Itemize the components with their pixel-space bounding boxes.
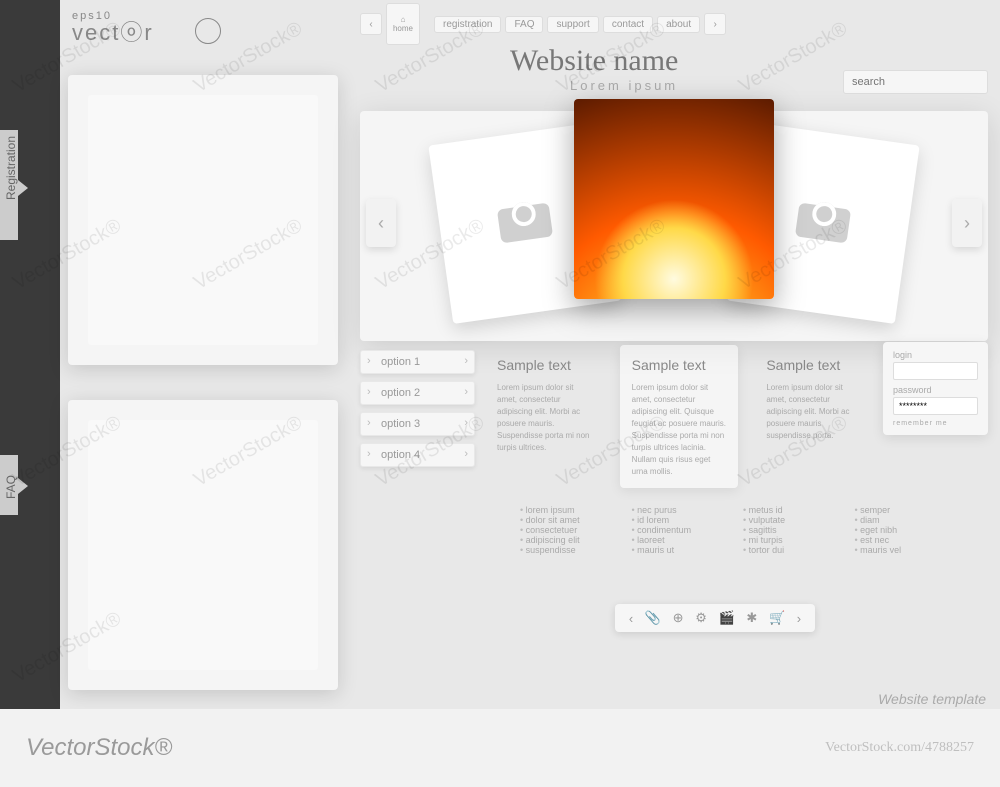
option-button[interactable]: option 4 xyxy=(360,443,475,467)
nav-item[interactable]: contact xyxy=(603,16,653,33)
tools-icon[interactable]: ✱ xyxy=(746,610,757,626)
target-icon[interactable]: ⊕ xyxy=(673,610,684,626)
home-label: home xyxy=(393,24,413,33)
crosshair-icon xyxy=(195,18,221,44)
hero-slider: ‹ › xyxy=(360,111,988,341)
card-body: Lorem ipsum dolor sit amet, consectetur … xyxy=(632,382,727,478)
side-tab-faq[interactable]: FAQ xyxy=(0,455,18,515)
list-item[interactable]: lorem ipsum xyxy=(520,505,604,515)
cart-icon[interactable]: 🛒 xyxy=(769,610,785,626)
list-item[interactable]: est nec xyxy=(855,535,939,545)
bottom-toolbar: ‹ 📎 ⊕ ⚙ 🎬 ✱ 🛒 › xyxy=(615,604,815,632)
list-item[interactable]: id lorem xyxy=(632,515,716,525)
login-input[interactable] xyxy=(893,362,978,380)
login-label: login xyxy=(893,350,978,360)
list-item[interactable]: vulputate xyxy=(743,515,827,525)
toolbar-prev-icon[interactable]: ‹ xyxy=(629,611,633,626)
eps-text: vectⓞr xyxy=(72,20,154,45)
footer-list: nec purus id lorem condimentum laoreet m… xyxy=(632,505,716,555)
template-label: Website template xyxy=(878,691,986,707)
list-item[interactable]: mauris vel xyxy=(855,545,939,555)
nav-item[interactable]: FAQ xyxy=(505,16,543,33)
eps-small: eps10 xyxy=(72,10,112,22)
gear-icon[interactable]: ⚙ xyxy=(695,610,707,626)
card-body: Lorem ipsum dolor sit amet, consectetur … xyxy=(766,382,861,442)
brand-footer: VectorStock® VectorStock.com/4788257 xyxy=(0,709,1000,787)
left-rail xyxy=(0,0,60,787)
list-item[interactable]: eget nibh xyxy=(855,525,939,535)
card-title: Sample text xyxy=(497,355,592,376)
list-item[interactable]: condimentum xyxy=(632,525,716,535)
slider-prev-button[interactable]: ‹ xyxy=(366,199,396,247)
card-title: Sample text xyxy=(766,355,861,376)
side-tab-label: FAQ xyxy=(4,481,18,499)
content-card: Sample text Lorem ipsum dolor sit amet, … xyxy=(754,345,873,488)
home-button[interactable]: ⌂ home xyxy=(386,3,420,45)
list-item[interactable]: adipiscing elit xyxy=(520,535,604,545)
nav-prev-button[interactable]: ‹ xyxy=(360,13,382,35)
list-item[interactable]: dolor sit amet xyxy=(520,515,604,525)
preview-thumb-faq xyxy=(68,400,338,690)
card-body: Lorem ipsum dolor sit amet, consectetur … xyxy=(497,382,592,454)
home-icon: ⌂ xyxy=(401,15,406,24)
list-item[interactable]: metus id xyxy=(743,505,827,515)
search-wrap xyxy=(843,70,988,94)
footer-lists: lorem ipsum dolor sit amet consectetuer … xyxy=(520,505,938,555)
option-button[interactable]: option 1 xyxy=(360,350,475,374)
footer-list: semper diam eget nibh est nec mauris vel xyxy=(855,505,939,555)
brand-logo: VectorStock® xyxy=(26,734,172,762)
list-item[interactable]: laoreet xyxy=(632,535,716,545)
clip-icon[interactable]: 📎 xyxy=(645,610,661,626)
login-panel: login password remember me xyxy=(883,342,988,435)
list-item[interactable]: mauris ut xyxy=(632,545,716,555)
stock-id: VectorStock.com/4788257 xyxy=(825,740,974,756)
list-item[interactable]: tortor dui xyxy=(743,545,827,555)
content-card: Sample text Lorem ipsum dolor sit amet, … xyxy=(485,345,604,488)
toolbar-next-icon[interactable]: › xyxy=(797,611,801,626)
password-label: password xyxy=(893,385,978,395)
nav-item[interactable]: support xyxy=(547,16,598,33)
slider-next-button[interactable]: › xyxy=(952,199,982,247)
side-tab-label: Registration xyxy=(4,182,18,200)
list-item[interactable]: semper xyxy=(855,505,939,515)
search-input[interactable] xyxy=(843,70,988,94)
top-nav: ‹ ⌂ home registration FAQ support contac… xyxy=(360,10,988,38)
main-panel: ‹ ⌂ home registration FAQ support contac… xyxy=(360,10,988,692)
eps-logo: eps10 vectⓞr xyxy=(72,15,154,47)
footer-list: lorem ipsum dolor sit amet consectetuer … xyxy=(520,505,604,555)
nav-next-button[interactable]: › xyxy=(704,13,726,35)
hero-image xyxy=(574,99,774,299)
content-card: Sample text Lorem ipsum dolor sit amet, … xyxy=(620,345,739,488)
camera-icon xyxy=(496,195,553,244)
list-item[interactable]: diam xyxy=(855,515,939,525)
option-button[interactable]: option 3 xyxy=(360,412,475,436)
preview-thumb-registration xyxy=(68,75,338,365)
nav-item[interactable]: registration xyxy=(434,16,501,33)
remember-label[interactable]: remember me xyxy=(893,420,978,427)
side-tab-registration[interactable]: Registration xyxy=(0,130,18,240)
options-stack: option 1 option 2 option 3 option 4 xyxy=(360,350,475,474)
camera-icon xyxy=(795,195,852,244)
list-item[interactable]: consectetuer xyxy=(520,525,604,535)
side-tab-arrow-icon xyxy=(18,180,28,196)
footer-list: metus id vulputate sagittis mi turpis to… xyxy=(743,505,827,555)
content-columns: Sample text Lorem ipsum dolor sit amet, … xyxy=(485,345,873,488)
film-icon[interactable]: 🎬 xyxy=(719,610,735,626)
card-title: Sample text xyxy=(632,355,727,376)
nav-item[interactable]: about xyxy=(657,16,700,33)
list-item[interactable]: sagittis xyxy=(743,525,827,535)
list-item[interactable]: nec purus xyxy=(632,505,716,515)
list-item[interactable]: mi turpis xyxy=(743,535,827,545)
list-item[interactable]: suspendisse xyxy=(520,545,604,555)
option-button[interactable]: option 2 xyxy=(360,381,475,405)
side-tab-arrow-icon xyxy=(18,478,28,494)
password-input[interactable] xyxy=(893,397,978,415)
